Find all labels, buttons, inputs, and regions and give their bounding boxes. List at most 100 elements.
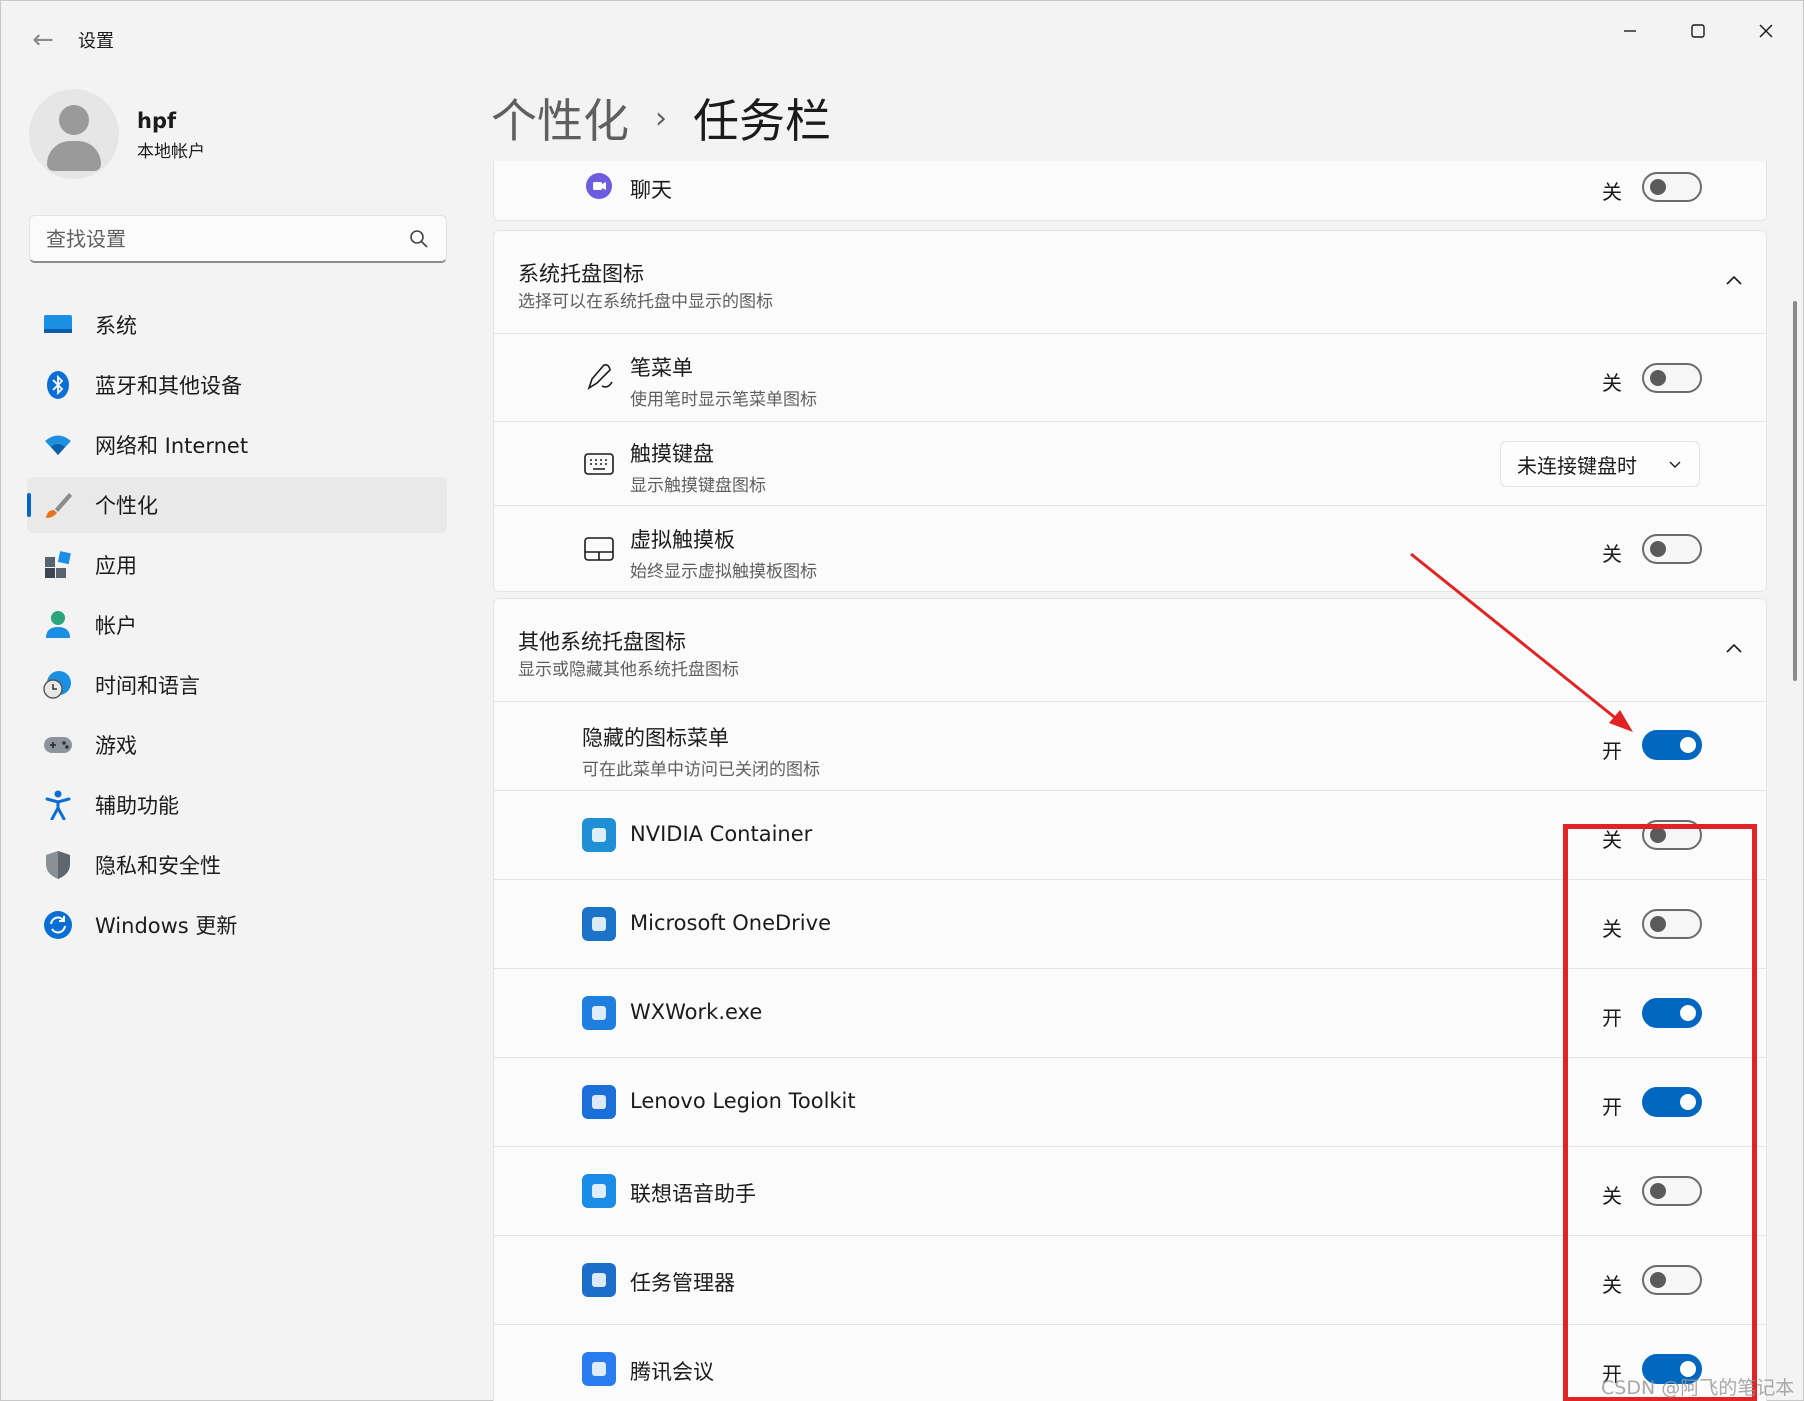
sidebar-item-label: 辅助功能 [95, 794, 179, 818]
search-box[interactable] [29, 215, 447, 263]
hidden-icon-menu-toggle[interactable] [1642, 730, 1702, 760]
sidebar-item-apps[interactable]: 应用 [27, 537, 447, 593]
virtual-touchpad-toggle[interactable] [1642, 534, 1702, 564]
chat-card: 聊天 关 [493, 161, 1767, 221]
sidebar-item-windows-update[interactable]: Windows 更新 [27, 897, 447, 953]
section-subtitle: 显示或隐藏其他系统托盘图标 [518, 660, 739, 680]
touch-keyboard-title: 触摸键盘 [630, 442, 714, 466]
sidebar-item-label: 游戏 [95, 734, 137, 758]
sidebar-item-gaming[interactable]: 游戏 [27, 717, 447, 773]
touch-keyboard-row: 触摸键盘 显示触摸键盘图标 未连接键盘时 [494, 421, 1766, 505]
sidebar-item-label: 系统 [95, 314, 137, 338]
pen-icon [582, 360, 616, 394]
scrollbar[interactable] [1793, 301, 1797, 681]
sidebar-item-label: 帐户 [95, 614, 137, 638]
maximize-button[interactable] [1667, 11, 1729, 51]
sidebar-item-label: 应用 [95, 554, 137, 578]
section-title: 系统托盘图标 [518, 262, 644, 286]
app-icon [582, 996, 616, 1030]
sidebar-item-label: 隐私和安全性 [95, 854, 221, 878]
sidebar-item-personalization[interactable]: 个性化 [27, 477, 447, 533]
virtual-touchpad-subtitle: 始终显示虚拟触摸板图标 [630, 562, 817, 582]
chat-label: 聊天 [630, 178, 672, 202]
app-icon [582, 907, 616, 941]
sidebar-item-label: 蓝牙和其他设备 [95, 374, 242, 398]
virtual-touchpad-state: 关 [1602, 542, 1622, 566]
maximize-icon [1691, 24, 1705, 38]
pen-menu-toggle[interactable] [1642, 363, 1702, 393]
hidden-icon-menu-text: 隐藏的图标菜单 可在此菜单中访问已关闭的图标 [582, 722, 820, 780]
touch-keyboard-subtitle: 显示触摸键盘图标 [630, 476, 766, 496]
sidebar-item-network[interactable]: 网络和 Internet [27, 417, 447, 473]
sidebar-item-privacy[interactable]: 隐私和安全性 [27, 837, 447, 893]
sidebar-item-system[interactable]: 系统 [27, 297, 447, 353]
app-name: 任务管理器 [630, 1271, 735, 1295]
virtual-touchpad-title: 虚拟触摸板 [630, 528, 735, 552]
minimize-icon [1624, 30, 1636, 32]
accessibility-icon [43, 790, 73, 820]
close-icon [1759, 24, 1773, 38]
touch-keyboard-dropdown[interactable]: 未连接键盘时 [1500, 441, 1700, 487]
avatar-head [59, 105, 89, 135]
avatar[interactable] [29, 89, 119, 179]
chevron-up-icon[interactable] [1724, 271, 1744, 291]
wifi-icon [43, 430, 73, 460]
pen-menu-subtitle: 使用笔时显示笔菜单图标 [630, 390, 817, 410]
sidebar-item-accessibility[interactable]: 辅助功能 [27, 777, 447, 833]
keyboard-icon [582, 447, 616, 481]
pen-menu-title: 笔菜单 [630, 356, 693, 380]
sidebar-item-accounts[interactable]: 帐户 [27, 597, 447, 653]
system-tray-card: 系统托盘图标 选择可以在系统托盘中显示的图标 笔菜单 使用笔时显示笔菜单图标 关… [493, 230, 1767, 592]
virtual-touchpad-text: 虚拟触摸板 始终显示虚拟触摸板图标 [630, 524, 817, 582]
bluetooth-icon [43, 370, 73, 400]
app-name: NVIDIA Container [630, 822, 813, 846]
watermark: CSDN @阿飞的笔记本 [1601, 1377, 1795, 1399]
pen-menu-text: 笔菜单 使用笔时显示笔菜单图标 [630, 352, 817, 410]
app-icon [582, 818, 616, 852]
app-icon [582, 1174, 616, 1208]
sidebar-item-time-language[interactable]: 时间和语言 [27, 657, 447, 713]
account-icon [43, 610, 73, 640]
section-title: 其他系统托盘图标 [518, 630, 686, 654]
brush-icon [43, 490, 73, 520]
avatar-body [47, 141, 101, 171]
shield-icon [43, 850, 73, 880]
sidebar-item-bluetooth[interactable]: 蓝牙和其他设备 [27, 357, 447, 413]
chat-icon [582, 169, 616, 203]
system-tray-header[interactable]: 系统托盘图标 选择可以在系统托盘中显示的图标 [494, 231, 1766, 333]
breadcrumb-separator: › [655, 100, 667, 136]
chevron-down-icon [1669, 461, 1681, 468]
chat-toggle[interactable] [1642, 172, 1702, 202]
chevron-up-icon[interactable] [1724, 639, 1744, 659]
app-icon [582, 1085, 616, 1119]
search-icon[interactable] [408, 228, 430, 250]
other-tray-header[interactable]: 其他系统托盘图标 显示或隐藏其他系统托盘图标 [494, 599, 1766, 701]
sidebar-item-label: 个性化 [95, 494, 158, 518]
sidebar-nav: 系统 蓝牙和其他设备 网络和 Internet 个性化 应用 帐户 时间和语言 [27, 297, 447, 957]
app-name: WXWork.exe [630, 1000, 763, 1024]
chat-row: 聊天 关 [494, 161, 1766, 222]
breadcrumb: 个性化 › 任务栏 [491, 85, 831, 151]
sidebar-item-label: 网络和 Internet [95, 434, 249, 458]
annotation-box [1563, 824, 1757, 1401]
back-arrow-icon[interactable]: ← [23, 23, 63, 57]
minimize-button[interactable] [1599, 11, 1661, 51]
account-type: 本地帐户 [137, 142, 205, 162]
touchpad-icon [582, 532, 616, 566]
title-bar: ← 设置 [1, 1, 1804, 73]
gamepad-icon [43, 730, 73, 760]
breadcrumb-parent[interactable]: 个性化 [491, 85, 629, 151]
app-name: 腾讯会议 [630, 1360, 714, 1384]
search-input[interactable] [46, 226, 408, 251]
app-name: 联想语音助手 [630, 1182, 756, 1206]
chat-state: 关 [1602, 180, 1622, 204]
sidebar-item-label: 时间和语言 [95, 674, 200, 698]
hidden-icon-menu-subtitle: 可在此菜单中访问已关闭的图标 [582, 760, 820, 780]
dropdown-value: 未连接键盘时 [1517, 453, 1637, 478]
hidden-icon-menu-title: 隐藏的图标菜单 [582, 726, 729, 750]
virtual-touchpad-row: 虚拟触摸板 始终显示虚拟触摸板图标 关 [494, 505, 1766, 591]
close-button[interactable] [1735, 11, 1797, 51]
system-icon [43, 310, 73, 340]
globe-clock-icon [43, 670, 73, 700]
pen-menu-state: 关 [1602, 371, 1622, 395]
